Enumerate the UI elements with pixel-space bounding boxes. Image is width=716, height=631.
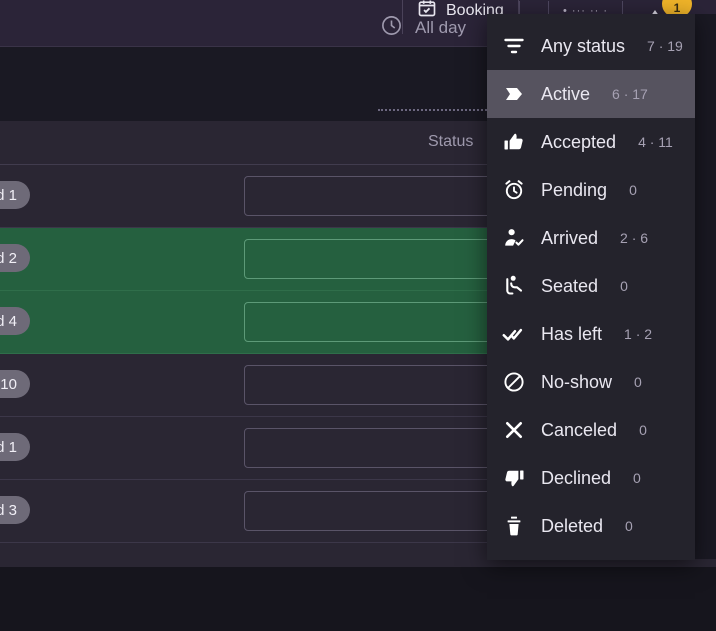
status-menu-item-any-status[interactable]: Any status 7 · 19 — [487, 22, 695, 70]
seated-person-icon — [501, 274, 527, 298]
guest-count-chip: d 4 — [0, 307, 30, 335]
status-menu-item-label: Arrived — [541, 227, 599, 248]
status-menu-item-label: Pending — [541, 179, 608, 200]
guest-count-chip: d 3 — [0, 496, 30, 524]
double-check-icon — [501, 322, 527, 346]
status-menu-item-deleted[interactable]: Deleted 0 — [487, 502, 695, 550]
status-menu-item-seated[interactable]: Seated 0 — [487, 262, 695, 310]
status-menu-item-label: No-show — [541, 371, 613, 392]
no-entry-icon — [501, 370, 527, 394]
status-menu-item-label: Deleted — [541, 515, 604, 536]
status-menu-item-no-show[interactable]: No-show 0 — [487, 358, 695, 406]
status-menu-item-count: 2 · 6 — [620, 230, 649, 246]
status-menu-item-has-left[interactable]: Has left 1 · 2 — [487, 310, 695, 358]
status-menu-item-count: 0 — [620, 278, 628, 294]
status-menu-item-declined[interactable]: Declined 0 — [487, 454, 695, 502]
status-menu-item-label: Seated — [541, 275, 599, 296]
alarm-clock-icon — [501, 178, 527, 202]
filter-icon — [501, 34, 527, 58]
thumbs-up-icon — [501, 130, 527, 154]
status-menu-item-active[interactable]: Active 6 · 17 — [487, 70, 695, 118]
guest-count-chip: d 2 — [0, 244, 30, 272]
guest-count-chip: d 10 — [0, 370, 30, 398]
status-menu-item-count: 1 · 2 — [624, 326, 653, 342]
status-menu-item-canceled[interactable]: Canceled 0 — [487, 406, 695, 454]
status-menu-item-count: 0 — [629, 182, 637, 198]
thumbs-down-icon — [501, 466, 527, 490]
clock-icon — [380, 14, 403, 42]
all-day-underline — [378, 109, 498, 111]
all-day-filter[interactable]: All day — [380, 14, 466, 42]
status-menu-item-accepted[interactable]: Accepted 4 · 11 — [487, 118, 695, 166]
status-menu-item-count: 0 — [634, 374, 642, 390]
status-menu-item-count: 0 — [633, 470, 641, 486]
status-menu-item-count: 0 — [625, 518, 633, 534]
status-menu-item-label: Any status — [541, 35, 626, 56]
status-menu-item-count: 0 — [639, 422, 647, 438]
status-menu-item-arrived[interactable]: Arrived 2 · 6 — [487, 214, 695, 262]
column-header-status: Status — [428, 133, 474, 150]
all-day-label: All day — [415, 18, 467, 37]
status-menu-item-count: 7 · 19 — [647, 38, 683, 54]
status-menu-item-label: Declined — [541, 467, 612, 488]
menu-right-gutter — [695, 14, 716, 559]
status-menu-item-label: Accepted — [541, 131, 617, 152]
page-background-below-table — [0, 567, 716, 631]
status-menu-item-label: Canceled — [541, 419, 618, 440]
status-menu-item-label: Active — [541, 83, 591, 104]
person-check-icon — [501, 226, 527, 250]
status-menu-item-count: 6 · 17 — [612, 86, 648, 102]
status-menu-item-label: Has left — [541, 323, 603, 344]
status-menu-item-count: 4 · 11 — [638, 134, 673, 150]
status-menu-item-pending[interactable]: Pending 0 — [487, 166, 695, 214]
trash-icon — [501, 514, 527, 538]
flag-arrow-icon — [501, 82, 527, 106]
app-root: Booking • ··· ·· · 1 All day e(s) Status… — [0, 0, 716, 631]
status-filter-menu: Any status 7 · 19 Active 6 · 17 Accepted 4 · … — [487, 14, 695, 560]
guest-count-chip: d 1 — [0, 433, 30, 461]
guest-count-chip: d 1 — [0, 181, 30, 209]
close-x-icon — [501, 418, 527, 442]
